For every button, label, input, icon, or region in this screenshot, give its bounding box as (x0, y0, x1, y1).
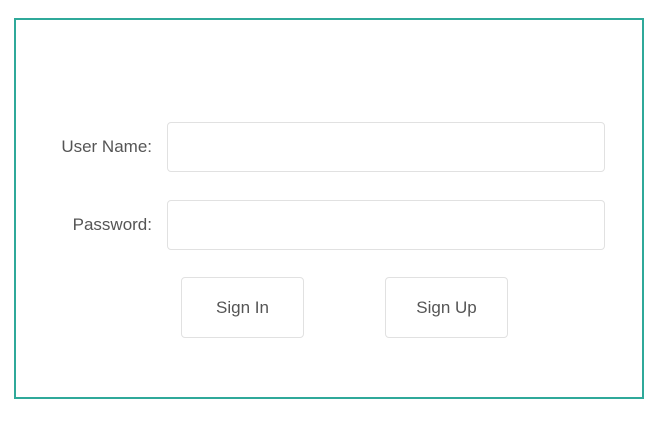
sign-in-button[interactable]: Sign In (181, 277, 304, 338)
username-label: User Name: (61, 137, 152, 156)
password-row: Password: (16, 200, 642, 250)
username-row: User Name: (16, 122, 642, 172)
sign-up-button[interactable]: Sign Up (385, 277, 508, 338)
password-input[interactable] (167, 200, 605, 250)
password-label: Password: (72, 215, 152, 234)
username-input[interactable] (167, 122, 605, 172)
login-panel: User Name: Password: Sign In Sign Up (14, 18, 644, 399)
